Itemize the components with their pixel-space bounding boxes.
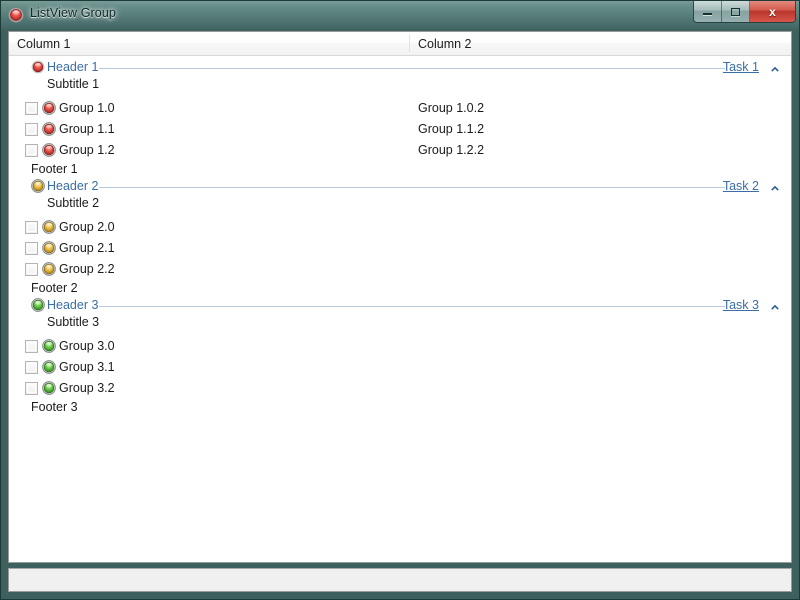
checkbox-unchecked-icon[interactable] xyxy=(25,144,38,157)
minimize-button[interactable] xyxy=(694,1,722,22)
chevron-up-icon[interactable] xyxy=(769,300,781,312)
list-item-col1: Group 1.0 xyxy=(59,101,115,115)
group-footer-1: Footer 1 xyxy=(31,162,78,176)
list-item-col1: Group 1.2 xyxy=(59,143,115,157)
list-item[interactable]: Group 1.0 Group 1.0.2 xyxy=(9,98,791,119)
window-controls: x xyxy=(693,1,796,23)
group-header-3-title[interactable]: Header 3 xyxy=(47,297,98,314)
group-header-3[interactable]: Header 3 Task 3 xyxy=(9,297,791,314)
list-item[interactable]: Group 2.1 xyxy=(9,238,791,259)
red-orb-icon xyxy=(42,122,56,136)
checkbox-unchecked-icon[interactable] xyxy=(25,382,38,395)
window-icon-red-orb-icon xyxy=(8,7,24,23)
chevron-up-icon[interactable] xyxy=(769,62,781,74)
list-item[interactable]: Group 3.1 xyxy=(9,357,791,378)
list-item-col1: Group 3.2 xyxy=(59,381,115,395)
application-window: ListView Group x Column 1 Column 2 Heade… xyxy=(0,0,800,600)
yellow-orb-icon xyxy=(31,179,45,193)
group-header-2-title[interactable]: Header 2 xyxy=(47,178,98,195)
group-header-1-title[interactable]: Header 1 xyxy=(47,59,98,76)
green-orb-icon xyxy=(42,339,56,353)
maximize-icon xyxy=(722,1,749,22)
column-header-1-label: Column 1 xyxy=(17,36,71,51)
list-item-col1: Group 3.0 xyxy=(59,339,115,353)
list-item-col2: Group 1.1.2 xyxy=(418,122,485,136)
yellow-orb-icon xyxy=(42,262,56,276)
window-bottom-strip xyxy=(8,568,792,592)
group-header-2[interactable]: Header 2 Task 2 xyxy=(9,178,791,195)
green-orb-icon xyxy=(31,298,45,312)
list-item[interactable]: Group 1.1 Group 1.1.2 xyxy=(9,119,791,140)
chevron-up-icon[interactable] xyxy=(769,181,781,193)
group-subtitle-3: Subtitle 3 xyxy=(47,315,100,329)
group-header-rule xyxy=(99,306,725,307)
checkbox-unchecked-icon[interactable] xyxy=(25,123,38,136)
checkbox-unchecked-icon[interactable] xyxy=(25,242,38,255)
list-item-col1: Group 2.1 xyxy=(59,241,115,255)
group-header-3-task-link[interactable]: Task 3 xyxy=(723,297,759,314)
list-item[interactable]: Group 2.2 xyxy=(9,259,791,280)
listview-column-header[interactable]: Column 1 Column 2 xyxy=(9,32,791,56)
group-subtitle-1: Subtitle 1 xyxy=(47,77,100,91)
red-orb-icon xyxy=(31,60,45,74)
group-header-rule xyxy=(99,187,725,188)
column-header-1[interactable]: Column 1 xyxy=(9,32,409,55)
listview-body[interactable]: Header 1 Task 1 Subtitle 1 Group 1.0 Gro… xyxy=(9,56,791,562)
group-header-1[interactable]: Header 1 Task 1 xyxy=(9,59,791,76)
close-button[interactable]: x xyxy=(750,1,795,22)
list-item-col1: Group 2.2 xyxy=(59,262,115,276)
list-item-col1: Group 1.1 xyxy=(59,122,115,136)
title-bar[interactable]: ListView Group x xyxy=(0,0,800,30)
listview-control[interactable]: Column 1 Column 2 Header 1 Task 1 Subtit… xyxy=(8,31,792,563)
column-header-2-label: Column 2 xyxy=(418,36,472,51)
yellow-orb-icon xyxy=(42,220,56,234)
list-item[interactable]: Group 3.0 xyxy=(9,336,791,357)
checkbox-unchecked-icon[interactable] xyxy=(25,263,38,276)
group-header-2-task-link[interactable]: Task 2 xyxy=(723,178,759,195)
window-title: ListView Group xyxy=(30,6,116,20)
checkbox-unchecked-icon[interactable] xyxy=(25,340,38,353)
column-header-2[interactable]: Column 2 xyxy=(410,32,791,55)
group-header-1-task-link[interactable]: Task 1 xyxy=(723,59,759,76)
checkbox-unchecked-icon[interactable] xyxy=(25,102,38,115)
green-orb-icon xyxy=(42,360,56,374)
list-item[interactable]: Group 3.2 xyxy=(9,378,791,399)
red-orb-icon xyxy=(42,143,56,157)
list-item-col2: Group 1.0.2 xyxy=(418,101,485,115)
checkbox-unchecked-icon[interactable] xyxy=(25,221,38,234)
maximize-button[interactable] xyxy=(722,1,750,22)
list-item[interactable]: Group 1.2 Group 1.2.2 xyxy=(9,140,791,161)
red-orb-icon xyxy=(42,101,56,115)
list-item[interactable]: Group 2.0 xyxy=(9,217,791,238)
group-subtitle-2: Subtitle 2 xyxy=(47,196,100,210)
group-footer-2: Footer 2 xyxy=(31,281,78,295)
minimize-icon xyxy=(694,1,721,22)
list-item-col1: Group 2.0 xyxy=(59,220,115,234)
close-icon: x xyxy=(769,4,776,19)
group-footer-3: Footer 3 xyxy=(31,400,78,414)
green-orb-icon xyxy=(42,381,56,395)
list-item-col2: Group 1.2.2 xyxy=(418,143,485,157)
yellow-orb-icon xyxy=(42,241,56,255)
list-item-col1: Group 3.1 xyxy=(59,360,115,374)
group-header-rule xyxy=(99,68,725,69)
checkbox-unchecked-icon[interactable] xyxy=(25,361,38,374)
